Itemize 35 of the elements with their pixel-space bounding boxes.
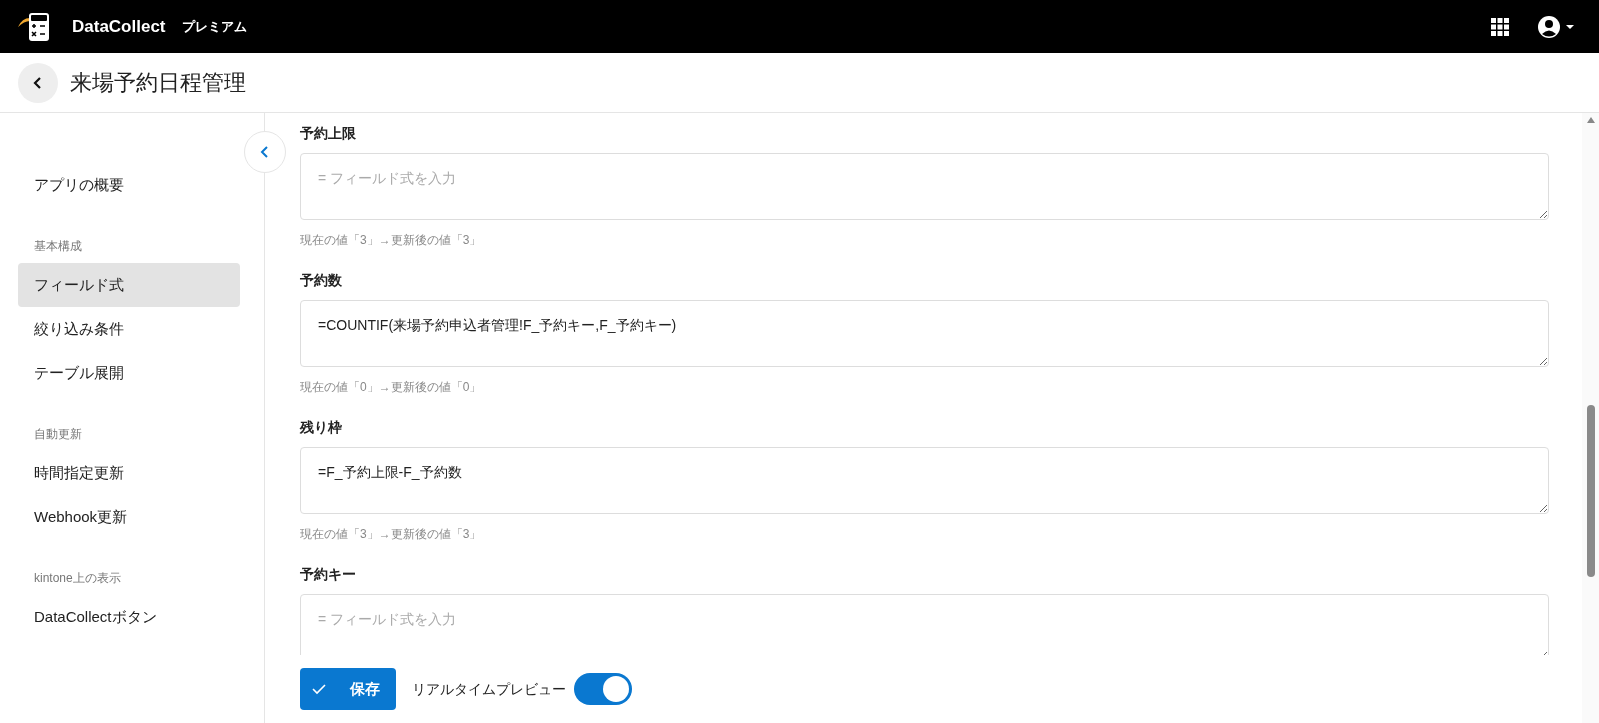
value-preview-note: 現在の値「3」→更新後の値「3」 [300, 232, 483, 249]
preview-toggle-label: リアルタイムプレビュー [412, 679, 566, 699]
save-button[interactable]: 保存 [300, 668, 396, 710]
sidebar-item[interactable]: 絞り込み条件 [18, 307, 240, 351]
scrollbar[interactable] [1582, 113, 1599, 723]
account-menu-icon[interactable] [1537, 14, 1575, 39]
page-title: 来場予約日程管理 [70, 69, 246, 97]
preview-toggle[interactable] [574, 673, 632, 705]
sidebar-item[interactable]: テーブル展開 [18, 351, 240, 395]
field-label: 予約上限 [300, 124, 357, 143]
sidebar-item[interactable]: Webhook更新 [18, 495, 240, 539]
formula-field[interactable]: =F_予約上限-F_予約数 [300, 447, 1549, 514]
sidebar-section-heading: kintone上の表示 [33, 570, 122, 587]
chevron-left-icon [32, 75, 44, 90]
edition-label: プレミアム [181, 17, 247, 36]
scroll-up-icon[interactable] [1586, 117, 1595, 123]
field-label: 予約数 [300, 271, 343, 290]
sidebar-section-heading: 自動更新 [33, 426, 83, 443]
check-icon [312, 683, 326, 695]
value-preview-note: 現在の値「3」→更新後の値「3」 [300, 526, 483, 543]
value-preview-note: 現在の値「0」→更新後の値「0」 [300, 379, 483, 396]
formula-field[interactable]: =COUNTIF(来場予約申込者管理!F_予約キー,F_予約キー) [300, 300, 1549, 367]
sidebar-item[interactable]: 時間指定更新 [18, 451, 240, 495]
formula-field[interactable]: = フィールド式を入力 [300, 594, 1549, 655]
app-name: DataCollect [72, 15, 166, 38]
sidebar-item[interactable]: フィールド式 [18, 263, 240, 307]
field-label: 予約キー [300, 565, 357, 584]
sidebar-item[interactable]: アプリの概要 [18, 163, 240, 207]
sidebar-section-heading: 基本構成 [33, 238, 83, 255]
apps-grid-icon[interactable] [1491, 17, 1509, 36]
chevron-left-icon [259, 145, 271, 159]
field-label: 残り枠 [300, 418, 343, 437]
sidebar-item[interactable]: DataCollectボタン [18, 595, 240, 639]
scrollbar-thumb[interactable] [1586, 405, 1595, 577]
formula-field[interactable]: = フィールド式を入力 [300, 153, 1549, 220]
